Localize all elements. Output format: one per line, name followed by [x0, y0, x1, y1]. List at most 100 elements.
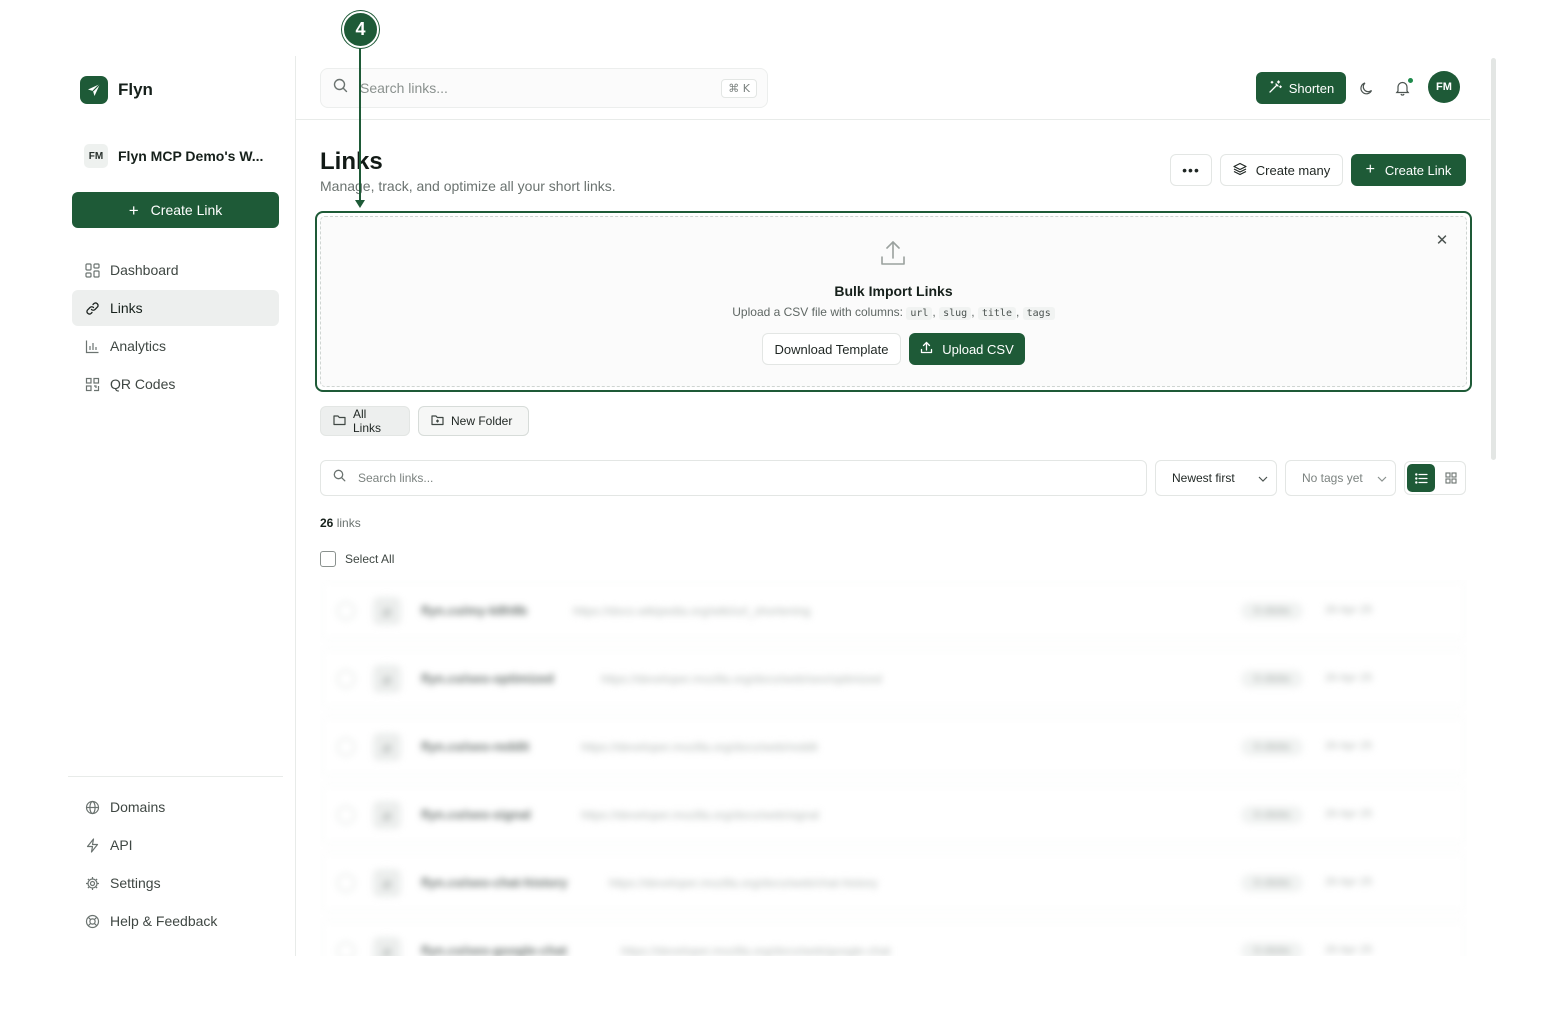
create-many-button[interactable]: Create many	[1220, 154, 1343, 186]
workspace-switcher[interactable]: FM Flyn MCP Demo's W...	[84, 144, 263, 168]
keyboard-shortcut-badge: ⌘ K	[721, 78, 757, 98]
sidebar-item-label: API	[110, 837, 133, 853]
row-slug: flyn.co/seo-optimized	[421, 671, 554, 686]
list-item[interactable]: ⌀ flyn.co/seo-chat-history https://devel…	[320, 852, 1467, 912]
sidebar-item-analytics[interactable]: Analytics	[72, 328, 279, 364]
download-template-button[interactable]: Download Template	[762, 333, 901, 365]
row-checkbox[interactable]	[337, 670, 355, 688]
step-pointer-line	[359, 48, 361, 203]
folder-all-links[interactable]: All Links	[320, 406, 410, 436]
row-slug: flyn.co/seo-chat-history	[421, 875, 568, 890]
row-checkbox[interactable]	[337, 602, 355, 620]
upload-icon	[920, 341, 933, 357]
theme-toggle-moon-icon[interactable]	[1356, 78, 1376, 98]
row-date: 26 Apr 25	[1325, 808, 1373, 820]
link-icon: ⌀	[373, 665, 401, 693]
list-item[interactable]: ⌀ flyn.co/seo-google-chat https://develo…	[320, 920, 1467, 956]
globe-icon	[84, 799, 100, 815]
row-date: 26 Apr 25	[1325, 876, 1373, 888]
plus-icon: +	[1365, 161, 1375, 178]
sidebar-create-link-button[interactable]: + Create Link	[72, 192, 279, 228]
close-icon[interactable]: ✕	[1434, 232, 1450, 249]
sidebar-border	[295, 56, 296, 956]
sidebar-item-label: Analytics	[110, 338, 167, 354]
row-clicks: 0 clicks	[1241, 670, 1303, 688]
sort-select-value: Newest first	[1172, 471, 1235, 485]
column-code: tags	[1022, 307, 1055, 320]
sidebar-item-settings[interactable]: Settings	[72, 865, 279, 901]
step-pointer-arrowhead	[355, 200, 365, 208]
link-icon: ⌀	[373, 733, 401, 761]
column-code: title	[977, 307, 1016, 320]
checkbox[interactable]	[320, 551, 336, 567]
row-url: https://developer.mozilla.org/docs/web/s…	[601, 672, 882, 686]
sidebar-item-dashboard[interactable]: Dashboard	[72, 252, 279, 288]
row-url: https://developer.mozilla.org/docs/web/g…	[621, 944, 891, 956]
sidebar-item-qr-codes[interactable]: QR Codes	[72, 366, 279, 402]
row-checkbox[interactable]	[337, 874, 355, 892]
folder-plus-icon	[431, 414, 444, 429]
grid-view-icon[interactable]	[1437, 464, 1465, 492]
sidebar-create-link-label: Create Link	[150, 202, 223, 218]
scrollbar-thumb[interactable]	[1491, 58, 1496, 460]
links-search-input[interactable]: Search links...	[320, 460, 1147, 496]
sidebar-item-help-feedback[interactable]: Help & Feedback	[72, 903, 279, 939]
more-options-button[interactable]: •••	[1170, 154, 1212, 186]
notification-dot	[1407, 77, 1414, 84]
layers-icon	[1233, 162, 1247, 179]
sidebar-item-api[interactable]: API	[72, 827, 279, 863]
search-icon	[333, 469, 346, 487]
brand[interactable]: Flyn	[80, 76, 153, 104]
link-icon: ⌀	[373, 869, 401, 897]
row-clicks: 0 clicks	[1241, 602, 1303, 620]
links-search-placeholder: Search links...	[358, 471, 434, 485]
new-folder-button[interactable]: New Folder	[418, 406, 529, 436]
row-date: 26 Apr 25	[1325, 944, 1373, 956]
row-slug: flyn.co/seo-google-chat	[421, 943, 567, 956]
upload-csv-button[interactable]: Upload CSV	[909, 333, 1025, 365]
brand-name: Flyn	[118, 80, 153, 99]
magic-wand-icon	[1268, 79, 1282, 97]
sidebar-item-domains[interactable]: Domains	[72, 789, 279, 825]
row-url: https://developer.mozilla.org/docs/web/s…	[581, 808, 820, 822]
search-icon	[333, 78, 348, 98]
create-many-label: Create many	[1255, 162, 1331, 178]
upload-csv-label: Upload CSV	[942, 341, 1014, 357]
links-count-number: 26	[320, 516, 334, 530]
analytics-icon	[84, 338, 100, 354]
bulk-import-desc-text: Upload a CSV file with columns:	[732, 305, 904, 319]
list-item[interactable]: ⌀ flyn.co/seo-optimized https://develope…	[320, 648, 1467, 708]
shorten-button[interactable]: Shorten	[1256, 72, 1346, 104]
list-view-icon[interactable]	[1407, 464, 1435, 492]
sort-select[interactable]: Newest first	[1155, 460, 1277, 496]
tags-select[interactable]: No tags yet	[1285, 460, 1396, 496]
sidebar-nav: Dashboard Links Analytics QR Codes	[72, 252, 279, 404]
upload-icon	[876, 236, 910, 270]
plus-icon: +	[128, 200, 139, 220]
sidebar-divider	[68, 776, 283, 777]
user-avatar[interactable]: FM	[1428, 71, 1460, 103]
row-checkbox[interactable]	[337, 806, 355, 824]
sidebar-item-links[interactable]: Links	[72, 290, 279, 326]
sidebar-item-label: Settings	[110, 875, 161, 891]
row-clicks: 0 clicks	[1241, 874, 1303, 892]
bulk-import-description: Upload a CSV file with columns: url, slu…	[320, 305, 1467, 320]
list-item[interactable]: ⌀ flyn.co/my-k8h9b https://docs.wikipedi…	[320, 580, 1467, 640]
page-subtitle: Manage, track, and optimize all your sho…	[320, 178, 616, 194]
row-date: 26 Apr 25	[1325, 740, 1373, 752]
notifications-bell-icon[interactable]	[1392, 77, 1414, 98]
list-item[interactable]: ⌀ flyn.co/seo-reddit https://developer.m…	[320, 716, 1467, 776]
create-link-button[interactable]: + Create Link	[1351, 154, 1466, 186]
row-slug: flyn.co/my-k8h9b	[421, 603, 528, 618]
row-checkbox[interactable]	[337, 942, 355, 956]
global-search-input[interactable]: Search links... ⌘ K	[320, 68, 768, 108]
list-item[interactable]: ⌀ flyn.co/seo-signal https://developer.m…	[320, 784, 1467, 844]
bolt-icon	[84, 837, 100, 853]
select-all-checkbox[interactable]: Select All	[320, 551, 394, 567]
row-url: https://docs.wikipedia.org/wiki/url_shor…	[573, 604, 811, 618]
new-folder-label: New Folder	[451, 414, 513, 428]
global-search-placeholder: Search links...	[360, 80, 448, 96]
view-toggle	[1404, 461, 1466, 495]
column-code: url	[906, 307, 933, 320]
row-checkbox[interactable]	[337, 738, 355, 756]
